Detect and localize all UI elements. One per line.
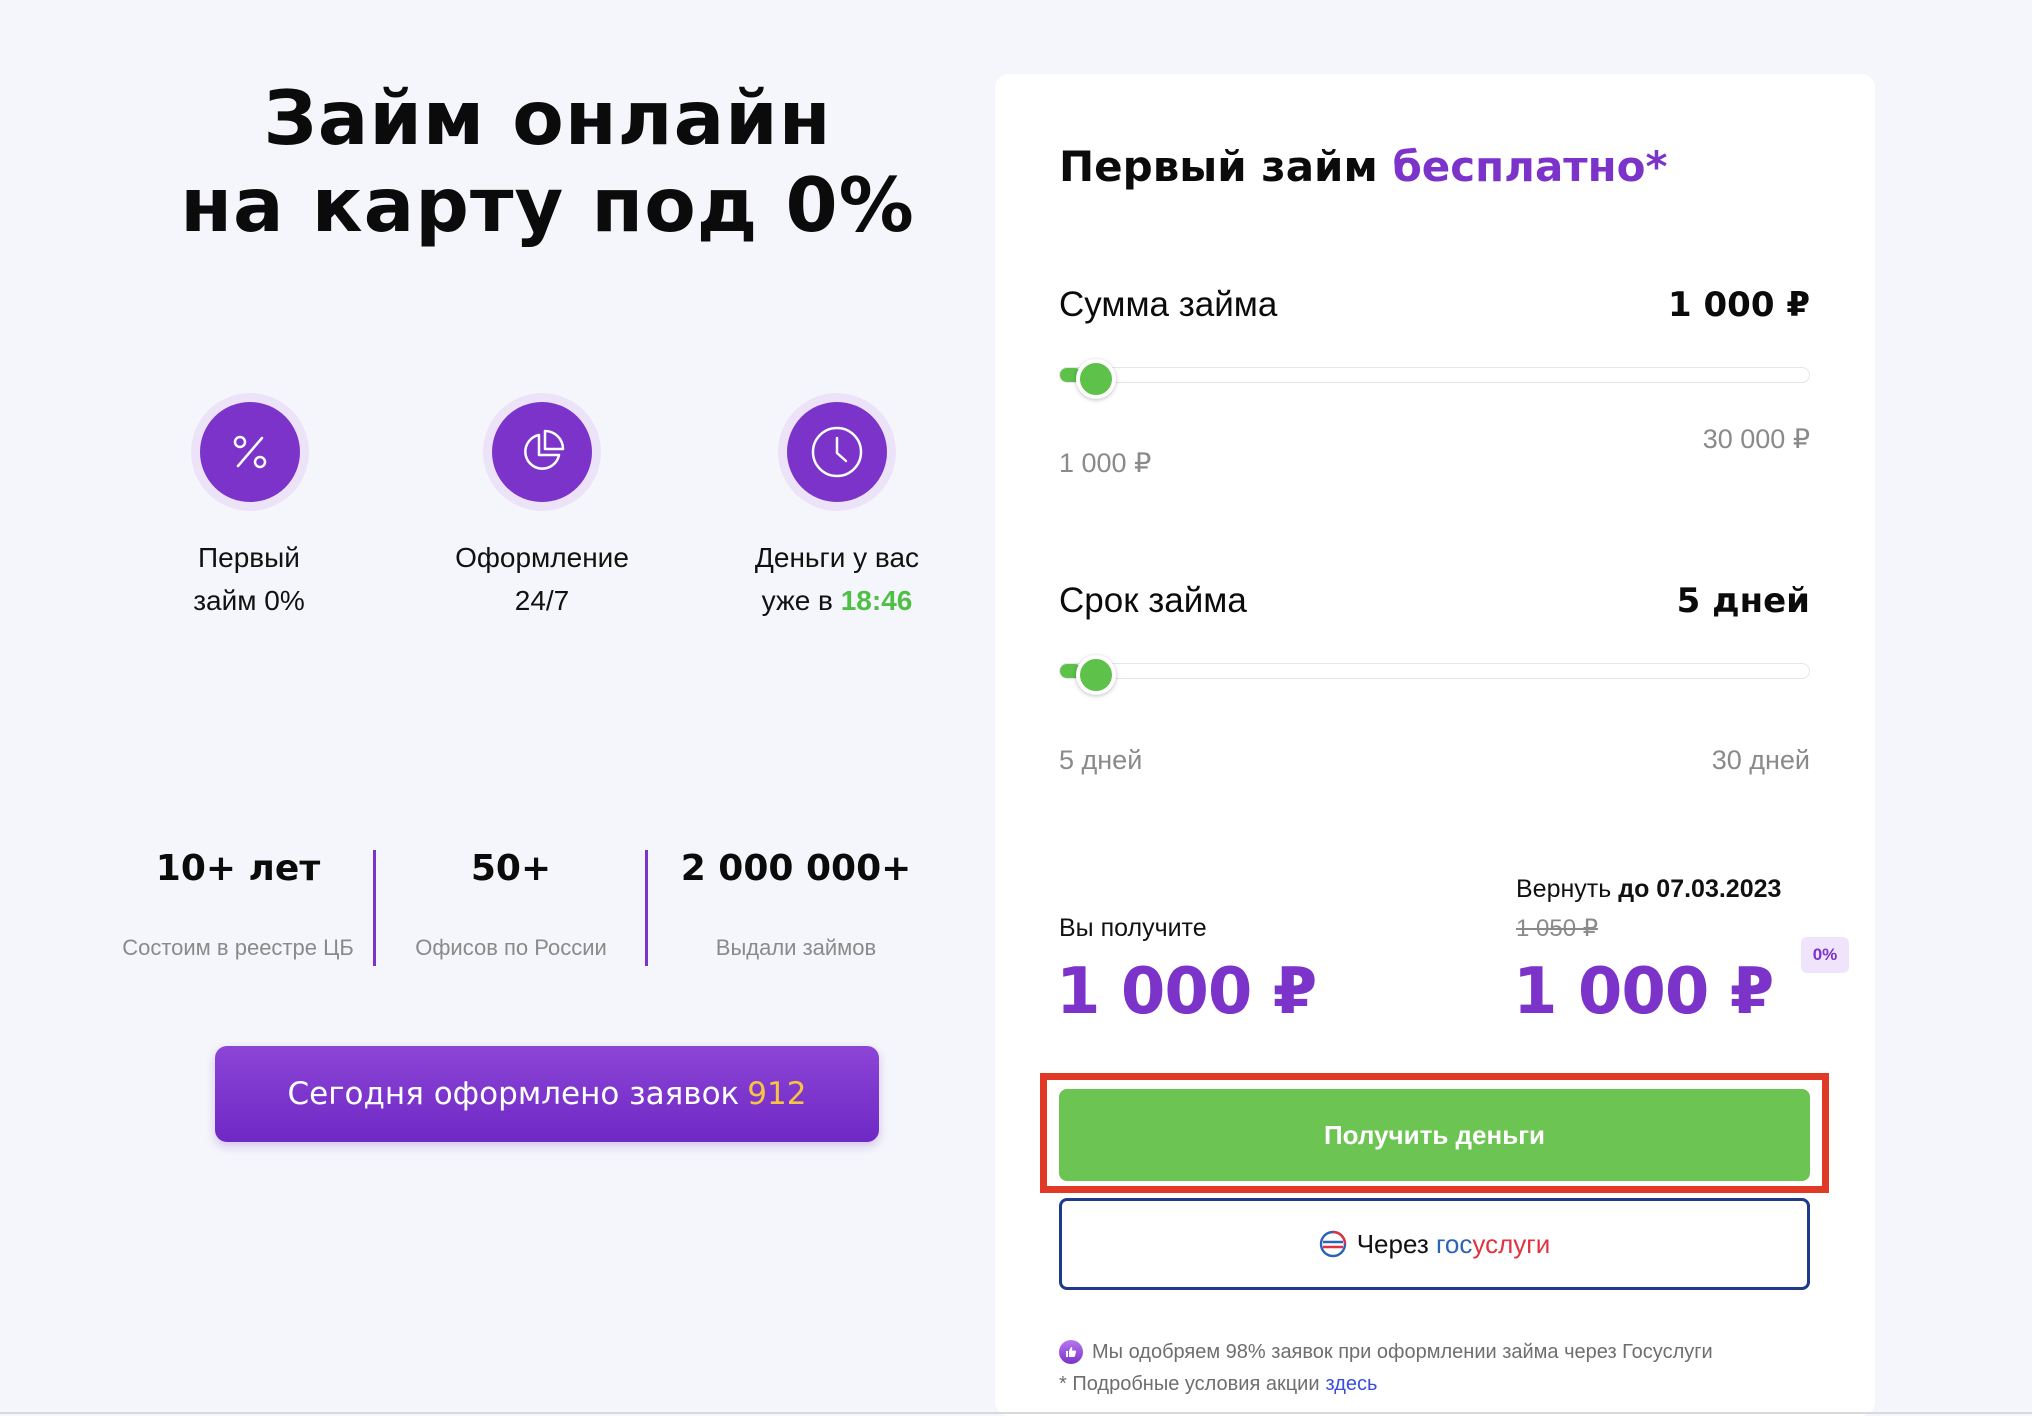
applications-count: 912 <box>747 1076 807 1112</box>
feature-money-time-text: Деньги у вас уже в 18:46 <box>754 542 920 616</box>
stat-offices-value: 50+ <box>470 848 552 889</box>
feature-first-loan-text: Первый займ 0% <box>193 542 305 616</box>
conditions-link[interactable]: здесь <box>1326 1373 1378 1396</box>
applications-today-banner: Сегодня оформлено заявок 912 <box>215 1046 879 1142</box>
return-date: до 07.03.2023 <box>1618 875 1782 903</box>
hero-title-line2: на карту под 0% <box>180 161 915 249</box>
amount-slider-track[interactable] <box>1059 367 1810 383</box>
stat-years-value: 10+ лет <box>155 848 321 889</box>
amount-slider-thumb[interactable] <box>1076 359 1116 399</box>
amount-max-label: 30 000 ₽ <box>1702 424 1810 454</box>
stat-offices-label: Офисов по России <box>415 935 607 960</box>
percent-icon <box>233 435 267 469</box>
receive-label: Вы получите <box>1059 914 1207 942</box>
term-slider-track[interactable] <box>1059 663 1810 679</box>
return-label: Вернуть до 07.03.2023 <box>1516 875 1782 903</box>
approval-note: Мы одобряем 98% заявок при оформлении за… <box>1059 1340 1713 1364</box>
stat-loans-value: 2 000 000+ <box>680 848 912 889</box>
term-max-label: 30 дней <box>1711 745 1810 775</box>
gosuslugi-button[interactable]: Через гос услуги <box>1059 1198 1810 1290</box>
old-return-value: 1 050 ₽ <box>1516 915 1598 942</box>
feature-clock <box>778 393 896 511</box>
hero-title: Займ онлайн на карту под 0% <box>0 75 1095 249</box>
conditions-note: * Подробные условия акции здесь <box>1059 1373 1378 1396</box>
time-value: 18:46 <box>840 585 913 616</box>
thumbs-up-icon <box>1059 1340 1083 1364</box>
stat-years-label: Состоим в реестре ЦБ <box>122 935 354 960</box>
clock-icon <box>811 426 863 478</box>
card-title: Первый займ бесплатно* <box>1059 142 1668 191</box>
receive-value: 1 000 ₽ <box>1056 955 1317 1029</box>
amount-min-label: 1 000 ₽ <box>1059 448 1152 478</box>
term-label: Срок займа <box>1059 581 1247 620</box>
page-bottom-divider <box>0 1412 2032 1414</box>
feature-pie <box>483 393 601 511</box>
feature-24-7-text: Оформление 24/7 <box>455 542 629 616</box>
feature-percent <box>191 393 309 511</box>
amount-value: 1 000 ₽ <box>1668 285 1810 325</box>
hero-title-line1: Займ онлайн <box>263 74 832 162</box>
return-value: 1 000 ₽ <box>1513 955 1774 1029</box>
term-min-label: 5 дней <box>1059 745 1143 775</box>
term-slider-thumb[interactable] <box>1076 655 1116 695</box>
stat-loans-label: Выдали займов <box>715 935 877 960</box>
amount-label: Сумма займа <box>1059 285 1278 324</box>
term-value: 5 дней <box>1676 581 1810 621</box>
get-money-button[interactable]: Получить деньги <box>1059 1089 1810 1181</box>
zero-percent-badge: 0% <box>1801 937 1849 973</box>
pie-chart-icon <box>524 429 565 470</box>
gosuslugi-logo-icon <box>1319 1230 1346 1258</box>
